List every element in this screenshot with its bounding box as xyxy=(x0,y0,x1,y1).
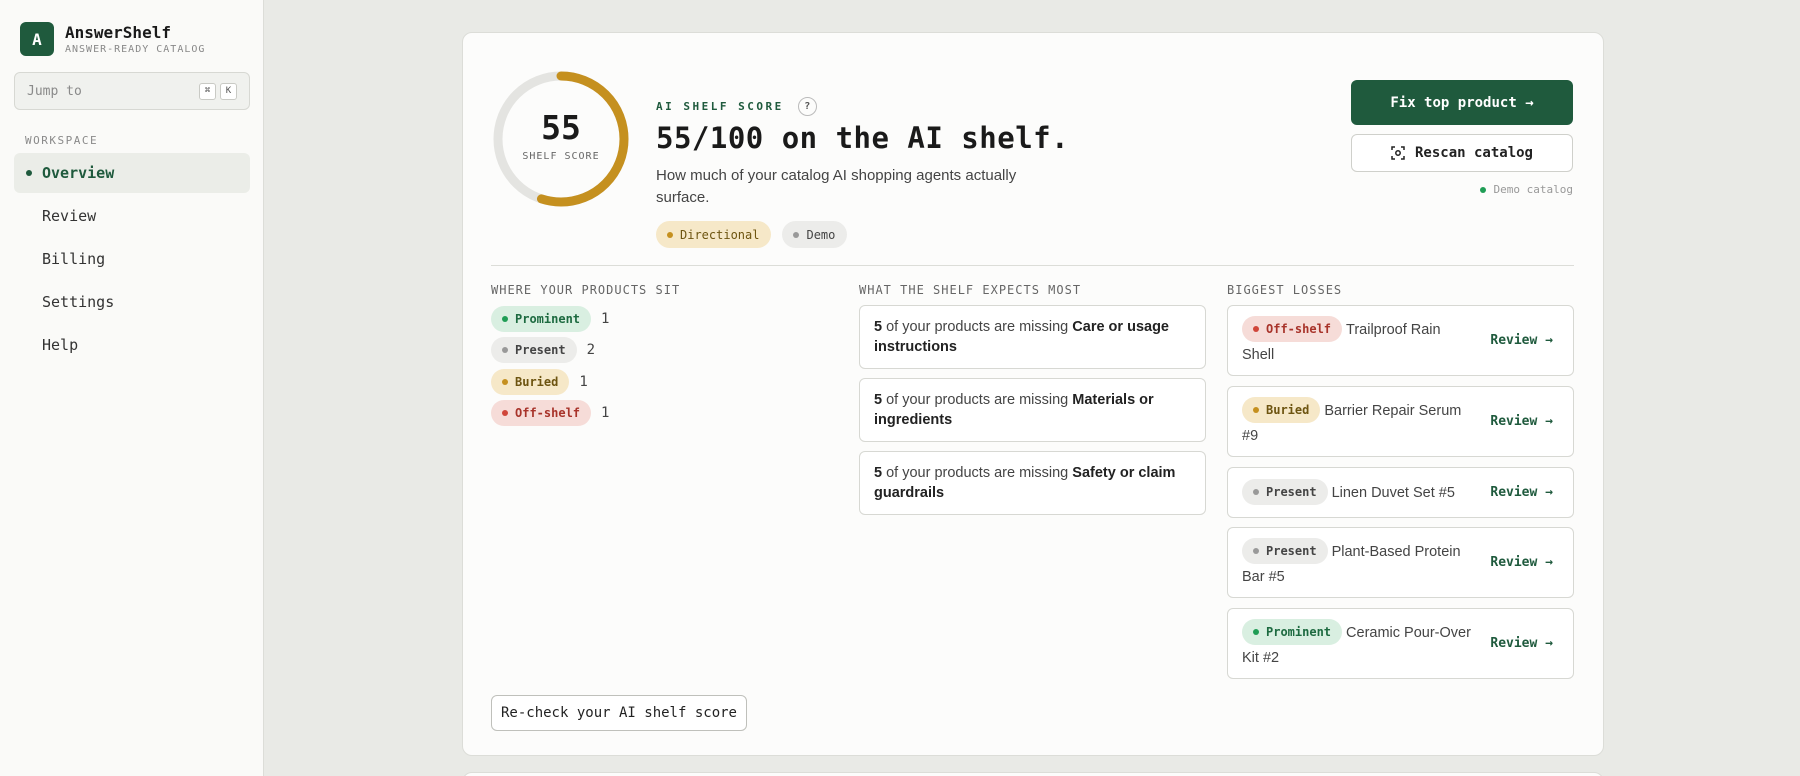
badge-dot xyxy=(793,231,800,238)
jump-to-search[interactable]: Jump to ⌘ K xyxy=(14,72,250,110)
divider xyxy=(491,265,1574,266)
rescan-catalog-button[interactable]: Rescan catalog xyxy=(1351,134,1573,172)
score-description: How much of your catalog AI shopping age… xyxy=(656,167,1017,206)
sidebar-item-billing[interactable]: Billing xyxy=(14,239,250,279)
placement-list: Prominent 1 Present 2 Buried 1 Off-shelf… xyxy=(491,305,609,431)
present-badge: Present xyxy=(1242,538,1328,564)
list-item[interactable]: Buried 1 xyxy=(491,368,609,395)
brand[interactable]: A AnswerShelf ANSWER-READY CATALOG xyxy=(20,22,205,56)
workspace-section-label: WORKSPACE xyxy=(25,134,99,147)
loss-row: Present Linen Duvet Set #5 Review → xyxy=(1227,467,1574,518)
active-indicator-dot xyxy=(26,170,32,176)
loss-row: Buried Barrier Repair Serum #9 Review → xyxy=(1227,386,1574,457)
next-card xyxy=(462,772,1604,776)
expectation-card[interactable]: 5 of your products are missing Safety or… xyxy=(859,451,1206,515)
sidebar-item-label: Help xyxy=(42,336,79,354)
sidebar-item-label: Billing xyxy=(42,250,106,268)
prominent-badge: Prominent xyxy=(491,305,592,332)
score-eyebrow: AI SHELF SCORE ? xyxy=(656,97,817,116)
sidebar-item-review[interactable]: Review xyxy=(14,196,250,236)
prominent-badge: Prominent xyxy=(1242,619,1343,645)
placement-count: 1 xyxy=(601,405,610,421)
review-button[interactable]: Review → xyxy=(1490,414,1553,429)
placement-count: 1 xyxy=(601,310,610,327)
loss-row: Off-shelf Trailproof Rain Shell Review → xyxy=(1227,305,1574,376)
command-key-icon: ⌘ xyxy=(199,82,216,100)
fix-top-product-button[interactable]: Fix top product → xyxy=(1351,80,1573,125)
k-key-icon: K xyxy=(220,82,237,100)
review-button[interactable]: Review → xyxy=(1490,333,1553,348)
sidebar-item-overview[interactable]: Overview xyxy=(14,153,250,193)
off-shelf-badge: Off-shelf xyxy=(491,400,592,426)
sidebar-item-label: Review xyxy=(42,207,97,225)
score-badges: Directional Demo xyxy=(656,221,858,248)
brand-logo: A xyxy=(20,22,54,56)
score-value: 55 xyxy=(541,108,581,147)
status-dot xyxy=(1479,186,1486,193)
expectation-card[interactable]: 5 of your products are missing Care or u… xyxy=(859,305,1206,369)
page-title: 55/100 on the AI shelf. xyxy=(656,121,1070,155)
demo-catalog-indicator: Demo catalog xyxy=(1479,183,1573,196)
buried-badge: Buried xyxy=(1242,397,1321,423)
demo-badge: Demo xyxy=(782,221,848,248)
brand-name: AnswerShelf xyxy=(65,22,171,42)
scan-icon xyxy=(1391,146,1405,160)
score-ring-label: SHELF SCORE xyxy=(522,151,600,162)
list-item[interactable]: Present 2 xyxy=(491,337,609,364)
expectations-title: WHAT THE SHELF EXPECTS MOST xyxy=(859,283,1082,297)
review-button[interactable]: Review → xyxy=(1490,555,1553,570)
loss-row: Present Plant-Based Protein Bar #5 Review… xyxy=(1227,527,1574,598)
sidebar-nav: Overview Review Billing Settings Help xyxy=(14,153,250,368)
review-button[interactable]: Review → xyxy=(1490,636,1553,651)
present-badge: Present xyxy=(1242,479,1328,505)
losses-title: BIGGEST LOSSES xyxy=(1227,283,1343,297)
sidebar: A AnswerShelf ANSWER-READY CATALOG Jump … xyxy=(0,0,264,776)
sidebar-item-help[interactable]: Help xyxy=(14,325,250,365)
sidebar-item-label: Overview xyxy=(42,164,115,182)
badge-dot xyxy=(667,231,673,238)
list-item[interactable]: Off-shelf 1 xyxy=(491,400,609,427)
expectation-card[interactable]: 5 of your products are missing Materials… xyxy=(859,378,1206,442)
placement-count: 2 xyxy=(586,342,596,358)
help-icon[interactable]: ? xyxy=(797,97,817,116)
buried-badge: Buried xyxy=(491,368,570,395)
review-button[interactable]: Review → xyxy=(1490,485,1553,500)
directional-badge: Directional xyxy=(656,221,772,248)
product-name: Linen Duvet Set #5 xyxy=(1331,484,1455,501)
shelf-score-card: 55 SHELF SCORE AI SHELF SCORE ? 55/100 o… xyxy=(462,32,1604,756)
recheck-score-button[interactable]: Re-check your AI shelf score xyxy=(491,695,747,731)
off-shelf-badge: Off-shelf xyxy=(1242,316,1343,342)
placement-title: WHERE YOUR PRODUCTS SIT xyxy=(491,283,681,297)
sidebar-item-label: Settings xyxy=(42,293,115,311)
brand-tagline: ANSWER-READY CATALOG xyxy=(65,43,206,55)
placement-count: 1 xyxy=(579,373,588,390)
loss-row: Prominent Ceramic Pour-Over Kit #2 Review… xyxy=(1227,608,1574,679)
jump-to-placeholder: Jump to xyxy=(27,83,82,99)
sidebar-item-settings[interactable]: Settings xyxy=(14,282,250,322)
present-badge: Present xyxy=(491,337,577,363)
list-item[interactable]: Prominent 1 xyxy=(491,305,609,332)
